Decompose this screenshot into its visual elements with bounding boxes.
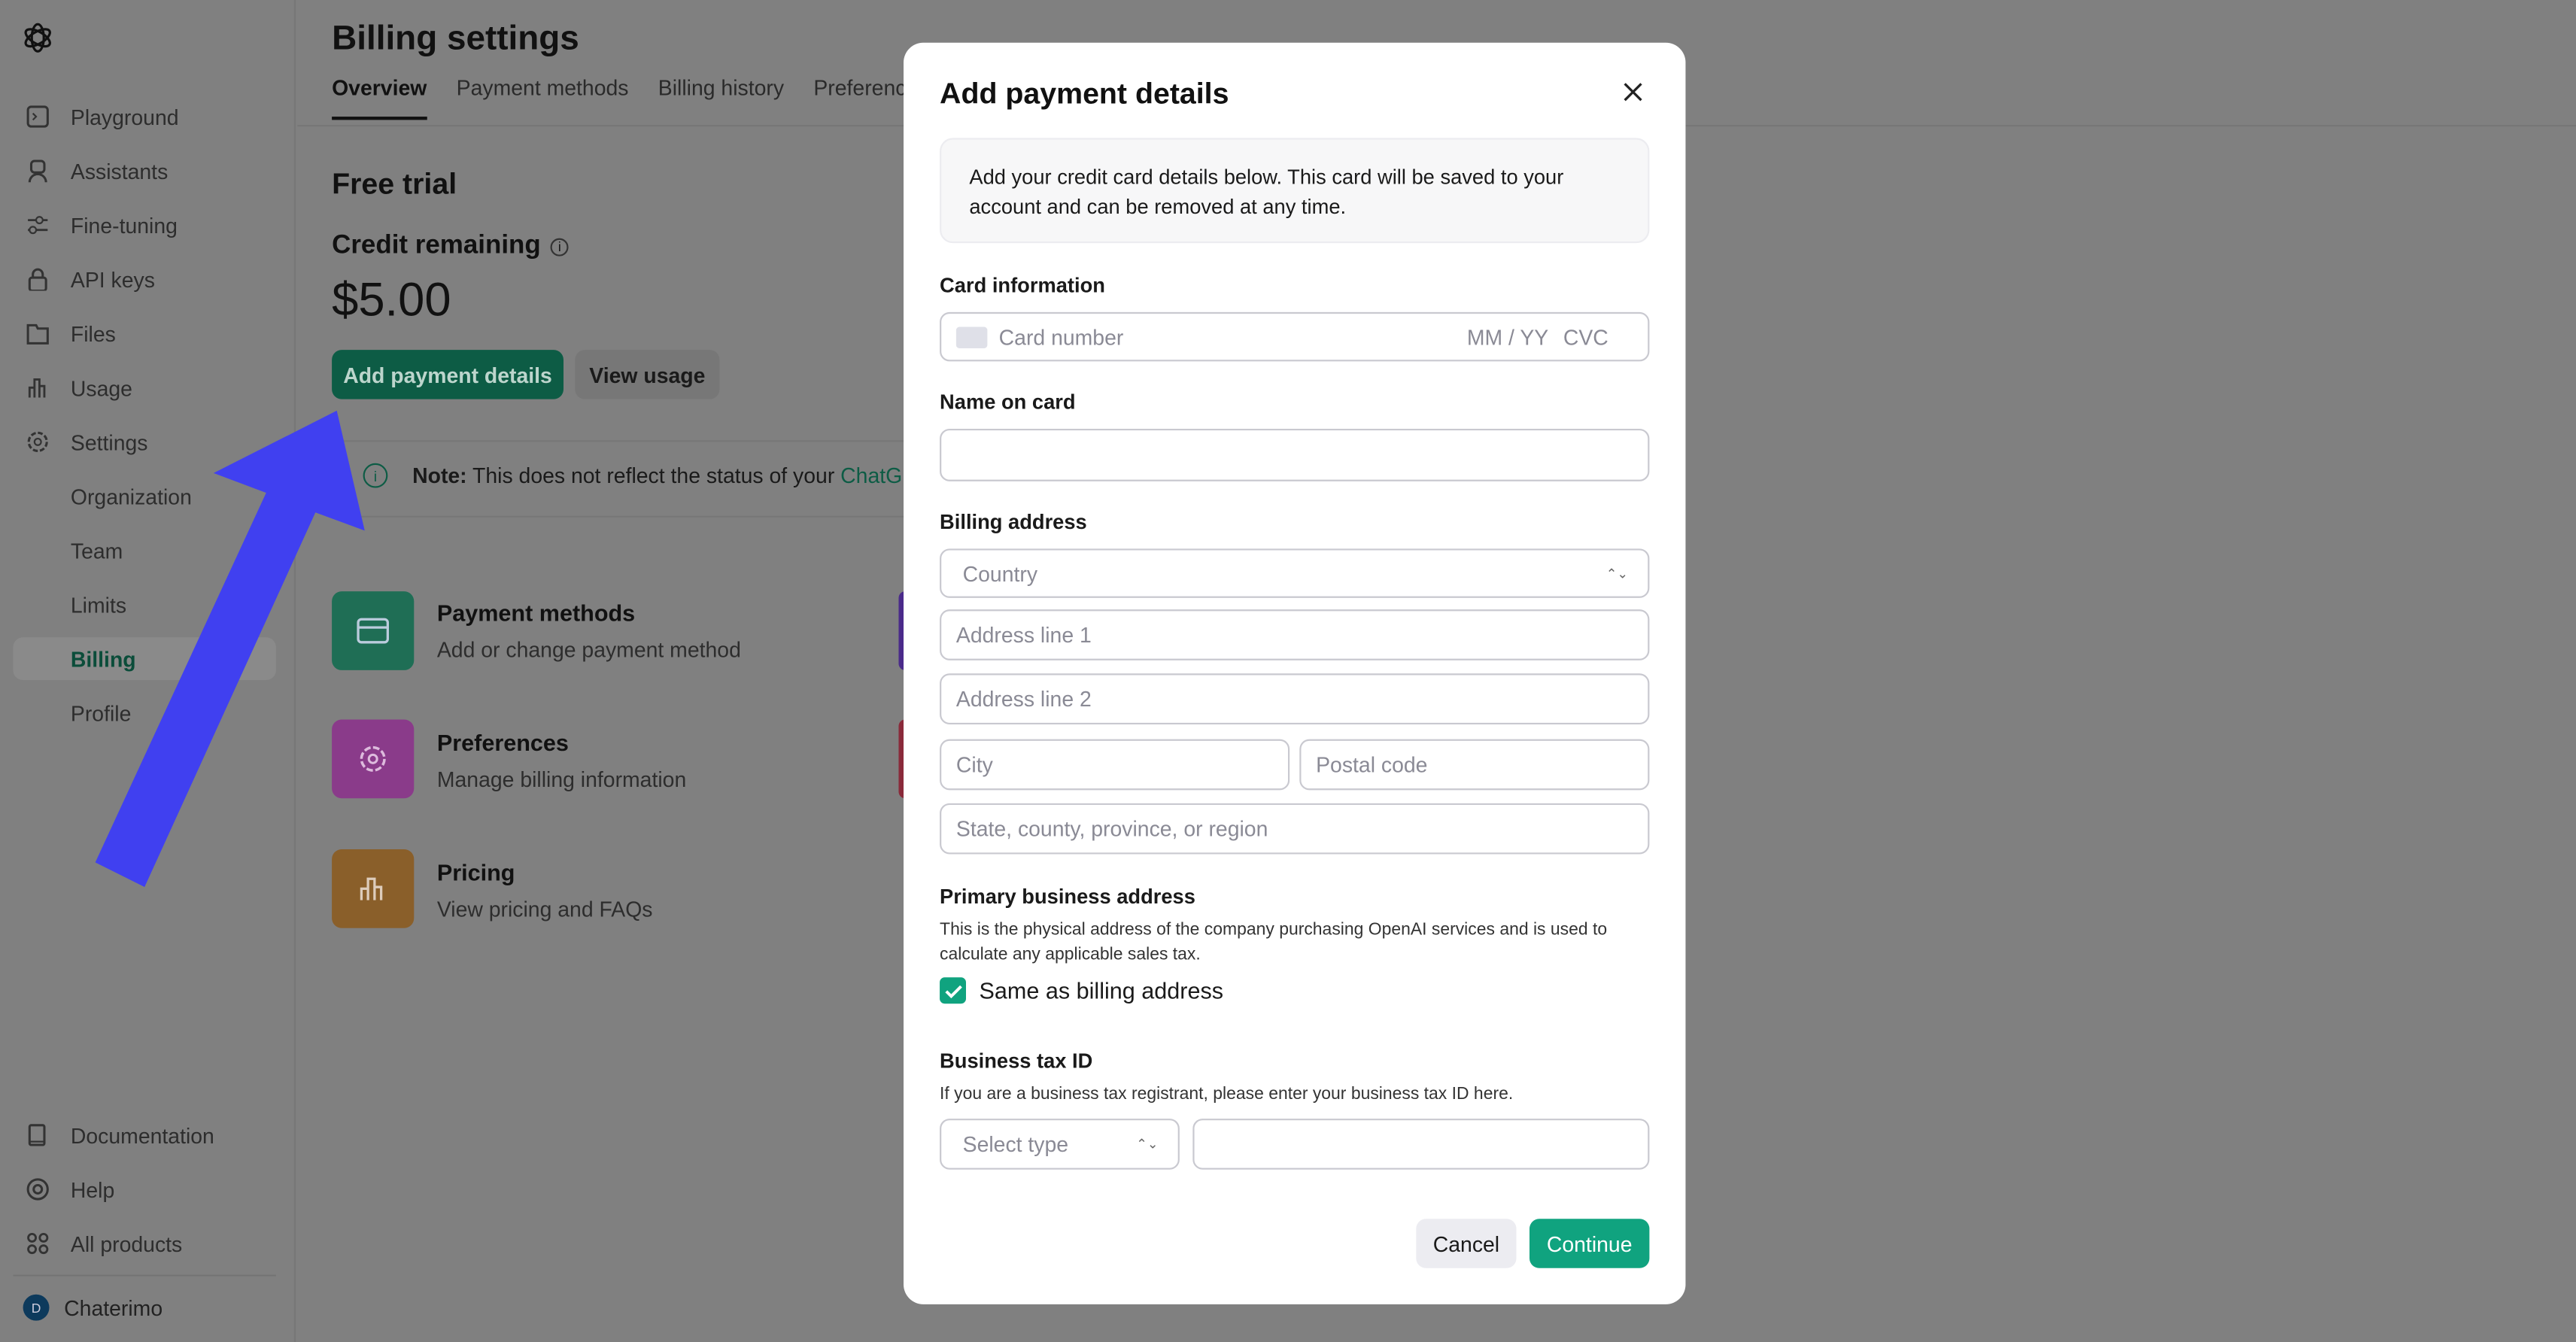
checkbox-checked-icon[interactable] (940, 977, 966, 1004)
country-placeholder: Country (962, 560, 1038, 586)
lifebuoy-icon (25, 1177, 51, 1203)
card-info-label: Card information (940, 274, 1105, 298)
card-desc: Manage billing information (436, 767, 687, 792)
card-desc: View pricing and FAQs (436, 897, 653, 922)
card-number-placeholder: Card number (998, 324, 1124, 350)
sidebar-item-label: Help (70, 1177, 115, 1202)
card-title[interactable]: Payment methods (437, 600, 635, 626)
note-text: This does not reflect the status of your (466, 463, 841, 488)
continue-button[interactable]: Continue (1529, 1219, 1650, 1268)
primary-address-desc: This is the physical address of the comp… (940, 919, 1608, 964)
name-label: Name on card (940, 390, 1076, 414)
primary-address-label: Primary business address (940, 885, 1195, 909)
close-icon[interactable] (1623, 82, 1642, 102)
tax-type-select[interactable]: Select type ⌃⌄ (940, 1119, 1180, 1170)
cvc-input[interactable]: CVC (1563, 324, 1608, 349)
user-name: Chaterimo (64, 1295, 163, 1320)
tax-id-label: Business tax ID (940, 1049, 1093, 1073)
note: i Note: This does not reflect the status… (363, 463, 930, 488)
card-desc: Add or change payment method (436, 637, 741, 663)
card-title[interactable]: Pricing (437, 859, 515, 885)
user-menu[interactable]: D Chaterimo (23, 1294, 163, 1321)
city-input[interactable]: City (940, 739, 1290, 791)
chevron-updown-icon: ⌃⌄ (1136, 1137, 1159, 1152)
modal-title: Add payment details (940, 77, 1229, 111)
add-payment-modal: Add payment details Add your credit card… (904, 42, 1686, 1304)
app: Playground Assistants Fine-tuning API ke… (0, 0, 2576, 1342)
checkbox-label: Same as billing address (979, 977, 1224, 1004)
billing-label: Billing address (940, 511, 1087, 534)
tab-billing-history[interactable]: Billing history (658, 75, 784, 120)
grid-icon (25, 1231, 51, 1257)
address-line-2-input[interactable]: Address line 2 (940, 673, 1650, 724)
annotation-arrow-icon (95, 410, 365, 888)
tab-payment-methods[interactable]: Payment methods (457, 75, 629, 120)
sidebar-item-all-products[interactable]: All products (13, 1222, 275, 1265)
postal-code-input[interactable]: Postal code (1299, 739, 1650, 791)
info-icon[interactable]: i (550, 237, 569, 256)
sidebar-item-help[interactable]: Help (13, 1168, 275, 1211)
sidebar-item-label: Documentation (70, 1122, 214, 1148)
tax-type-placeholder: Select type (962, 1131, 1069, 1157)
sidebar-item-documentation[interactable]: Documentation (13, 1114, 275, 1157)
info-box: Add your credit card details below. This… (940, 138, 1650, 244)
divider (13, 1274, 276, 1277)
book-icon (25, 1122, 51, 1148)
view-usage-button[interactable]: View usage (575, 350, 720, 399)
card-title[interactable]: Preferences (437, 730, 569, 756)
cancel-button[interactable]: Cancel (1416, 1219, 1517, 1268)
address-line-1-input[interactable]: Address line 1 (940, 609, 1650, 660)
avatar: D (23, 1294, 50, 1321)
card-number-input[interactable]: Card number MM / YY CVC (940, 311, 1650, 362)
state-input[interactable]: State, county, province, or region (940, 803, 1650, 855)
tax-id-input[interactable] (1192, 1119, 1650, 1170)
expiry-input[interactable]: MM / YY (1467, 324, 1548, 349)
tax-id-desc: If you are a business tax registrant, pl… (940, 1084, 1514, 1104)
same-as-billing-checkbox[interactable]: Same as billing address (940, 977, 1224, 1004)
chevron-updown-icon: ⌃⌄ (1605, 566, 1629, 581)
name-on-card-input[interactable] (940, 428, 1650, 481)
credit-card-icon (955, 326, 988, 348)
country-select[interactable]: Country ⌃⌄ (940, 548, 1650, 598)
sidebar-item-label: All products (70, 1231, 183, 1256)
